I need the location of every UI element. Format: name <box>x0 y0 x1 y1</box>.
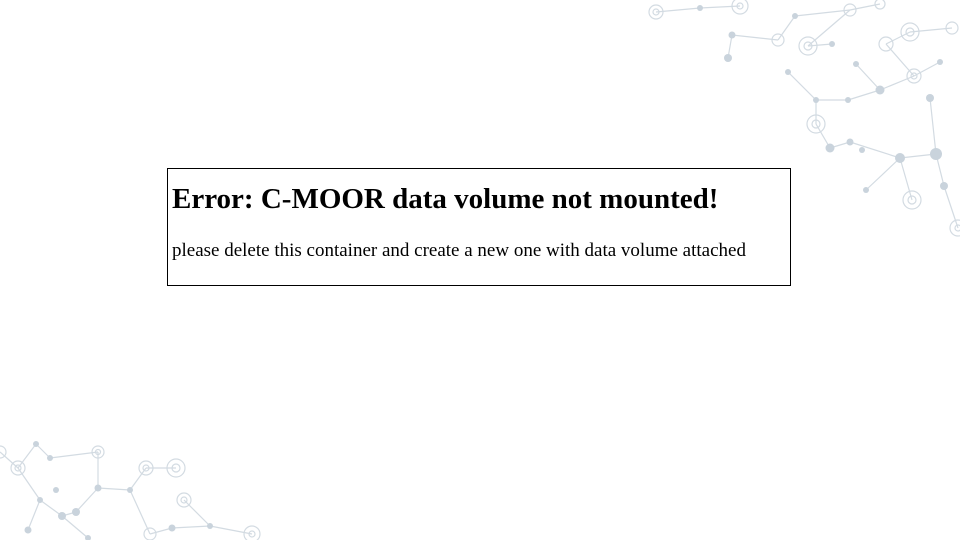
network-graph-bottom-left <box>0 441 261 540</box>
page: Error: C-MOOR data volume not mounted! p… <box>0 0 960 540</box>
error-title: Error: C-MOOR data volume not mounted! <box>172 183 719 215</box>
error-message-box: Error: C-MOOR data volume not mounted! p… <box>167 168 791 286</box>
error-message: please delete this container and create … <box>172 240 746 261</box>
